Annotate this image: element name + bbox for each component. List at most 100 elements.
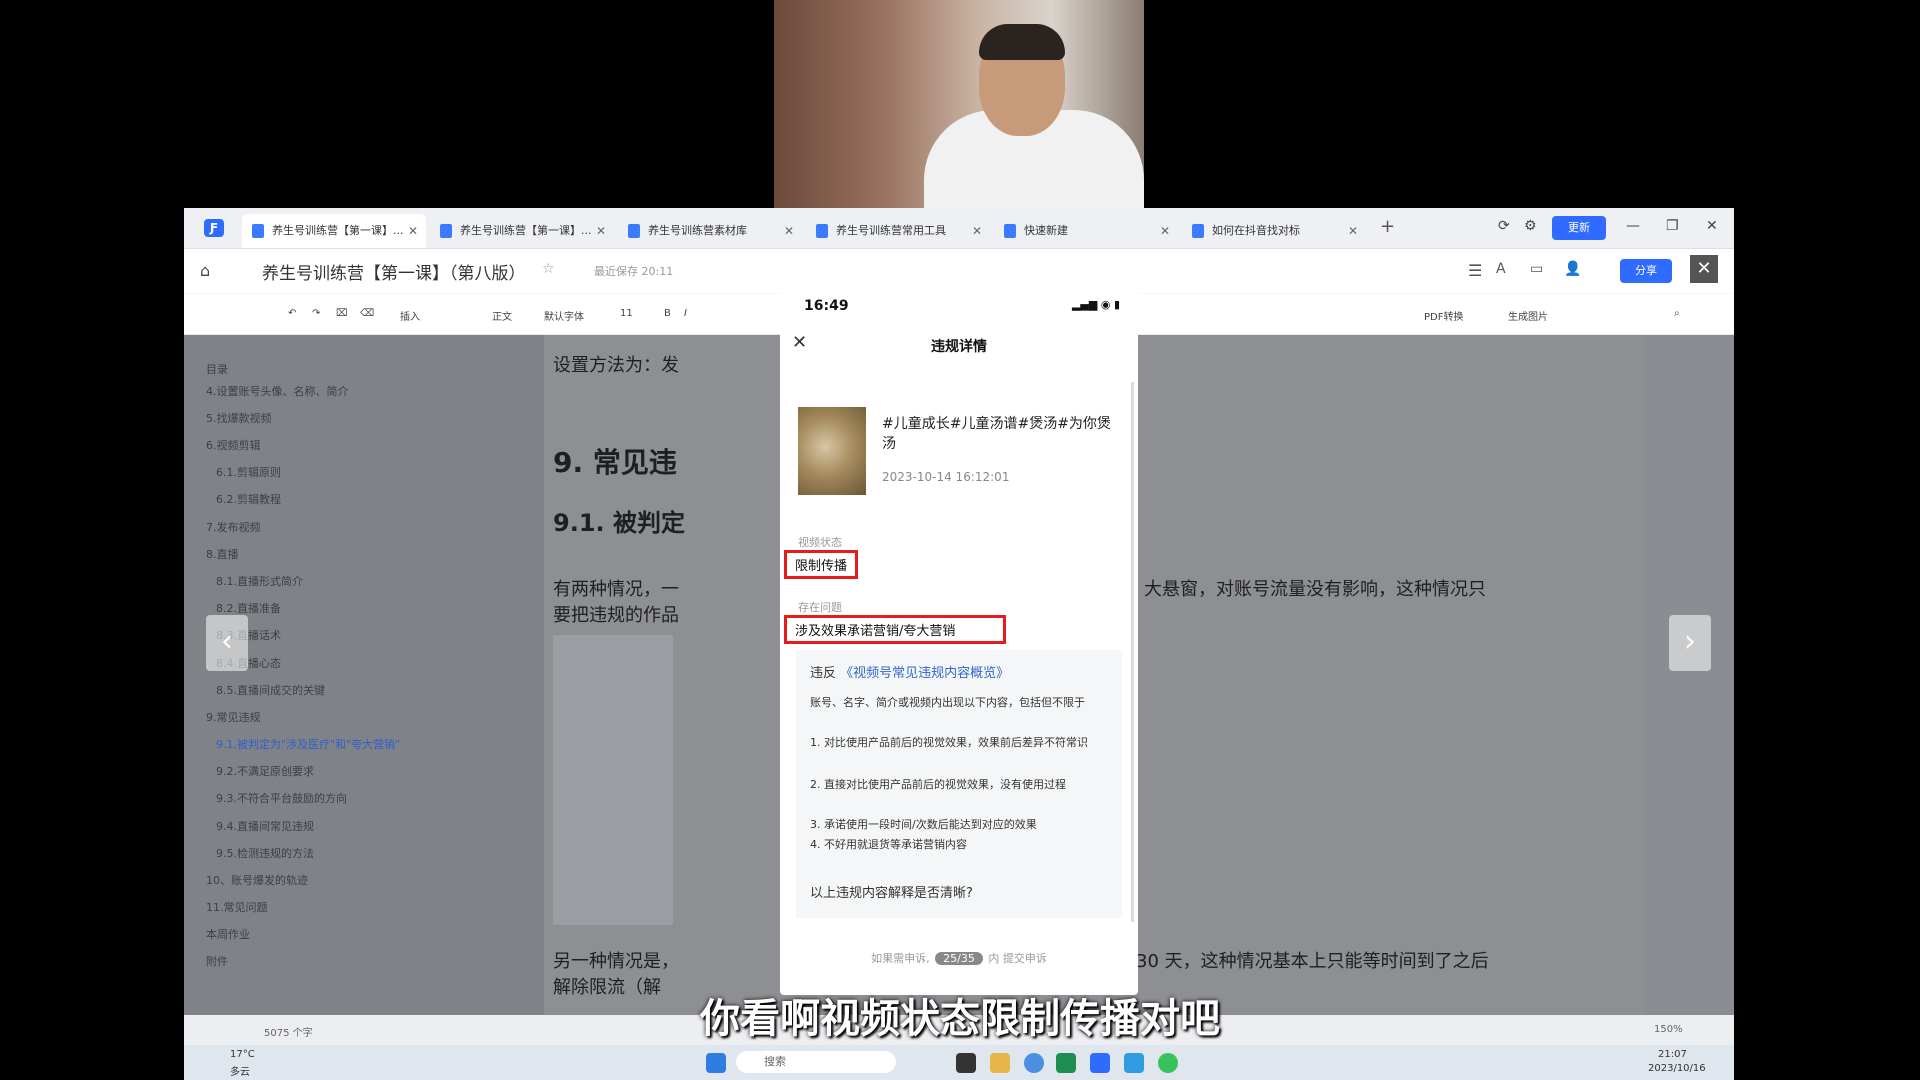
weather-temp[interactable]: 17°C [230,1049,255,1060]
phone-status-icons: ▂▄▆ ◉ ▮ [1071,298,1120,311]
star-icon[interactable]: ☆ [542,261,555,277]
body-text: 另一种情况是， [553,951,679,972]
appeal-link[interactable]: 内 提交申诉 [988,952,1047,965]
redo-icon[interactable]: ↷ [312,308,320,319]
video-subtitle: 你看啊视频状态限制传播对吧 [700,996,1220,1042]
toc-item[interactable]: 6.2.剪辑教程 [216,491,281,507]
video-thumbnail[interactable] [798,407,866,495]
docs-app-icon[interactable] [1090,1053,1110,1073]
insert-button[interactable]: 插入 [400,308,420,323]
toc-item[interactable]: 8.2.直播准备 [216,600,281,616]
eraser-icon[interactable]: ⌫ [360,308,374,319]
phone-clock: 16:49 [804,298,849,314]
folder-icon[interactable] [990,1053,1010,1073]
undo-icon[interactable]: ↶ [288,308,296,319]
search-icon[interactable]: ⌕ [1674,308,1680,319]
search-input[interactable]: 搜索 [736,1051,896,1073]
close-icon[interactable]: ✕ [784,214,794,248]
task-view-icon[interactable] [956,1053,976,1073]
minimize-button[interactable]: — [1626,218,1640,234]
collaborator-icon[interactable]: 👤 [1564,261,1581,277]
tab-4[interactable]: 养生号训练营常用工具 ✕ [806,214,990,248]
close-icon[interactable]: ✕ [1160,214,1170,248]
toc-item[interactable]: 本周作业 [206,926,250,942]
close-window-button[interactable]: ✕ [1706,218,1718,234]
clock-time[interactable]: 21:07 [1658,1049,1687,1060]
body-text: 要把违规的作品 [553,605,679,626]
tab-label: 养生号训练营素材库 [648,224,747,237]
violation-line: 3. 承诺使用一段时间/次数后能达到对应的效果 [810,818,1037,831]
font-icon[interactable]: A [1496,261,1506,277]
violation-heading: 违反 《视频号常见违规内容概览》 [810,662,1009,681]
sync-icon[interactable]: ⟳ [1498,218,1510,234]
toc-item[interactable]: 5.找爆款视频 [206,410,272,426]
size-select[interactable]: 11 [620,308,633,319]
toc-item[interactable]: 7.发布视频 [206,519,261,535]
violation-line: 2. 直接对比使用产品前后的视觉效果，没有使用过程 [810,778,1066,791]
video-status-value: 限制传播 [784,550,859,579]
font-select[interactable]: 默认字体 [544,308,584,323]
close-icon[interactable]: ✕ [1348,214,1358,248]
toc-item[interactable]: 9.4.直播间常见违规 [216,818,314,834]
style-select[interactable]: 正文 [492,308,512,323]
heading-2: 9.1. 被判定 [553,509,685,537]
toc-item[interactable]: 6.1.剪辑原则 [216,464,281,480]
settings-icon[interactable]: ⚙ [1524,218,1537,234]
toc-sidebar: 目录 4.设置账号头像、名称、简介 5.找爆款视频 6.视频剪辑 6.1.剪辑原… [184,335,544,1015]
close-icon[interactable]: ✕ [596,214,606,248]
generate-image-button[interactable]: 生成图片 [1508,308,1548,323]
new-tab-button[interactable]: + [1380,216,1395,237]
toc-item[interactable]: 9.5.检测违规的方法 [216,845,314,861]
tab-1[interactable]: 养生号训练营【第一课】... ✕ [242,214,426,248]
share-button[interactable]: 分享 [1620,259,1672,283]
tab-3[interactable]: 养生号训练营素材库 ✕ [618,214,802,248]
violation-prefix: 违反 [810,666,837,681]
wechat-icon[interactable] [1158,1053,1178,1073]
app-logo-icon [1004,224,1016,238]
prev-arrow-icon[interactable]: ‹ [206,615,248,671]
document-titlebar: ⌂ 养生号训练营【第一课】（第八版） ☆ 最近保存 20:11 ☰ A ▭ 👤 … [184,249,1734,293]
violation-line: 账号、名字、简介或视频内出现以下内容，包括但不限于 [810,696,1085,709]
restore-button[interactable]: ❐ [1666,218,1679,234]
toc-item[interactable]: 4.设置账号头像、名称、简介 [206,383,349,399]
toc-item[interactable]: 11.常见问题 [206,899,268,915]
format-painter-icon[interactable]: ⌧ [336,308,348,319]
update-button[interactable]: 更新 [1552,216,1606,240]
toc-item[interactable]: 10、账号爆发的轨迹 [206,872,308,888]
toc-item[interactable]: 9.3.不符合平台鼓励的方向 [216,790,347,806]
violation-rules-link[interactable]: 《视频号常见违规内容概览》 [840,666,1009,681]
next-arrow-icon[interactable]: › [1669,615,1711,671]
toc-item[interactable]: 9.2.不满足原创要求 [216,763,314,779]
scrollbar[interactable] [1131,382,1134,922]
toc-item[interactable]: 9.常见违规 [206,709,261,725]
tab-2[interactable]: 养生号训练营【第一课】... ✕ [430,214,614,248]
windows-start-icon[interactable] [706,1053,726,1073]
toc-item[interactable]: 8.1.直播形式简介 [216,573,303,589]
toc-item-active[interactable]: 9.1.被判定为"涉及医疗"和"夸大营销" [216,736,400,752]
excel-icon[interactable] [1056,1053,1076,1073]
close-icon[interactable]: ✕ [1690,255,1718,283]
close-icon[interactable]: ✕ [972,214,982,248]
toc-item[interactable]: 6.视频剪辑 [206,437,261,453]
violation-line: 4. 不好用就退货等承诺营销内容 [810,838,967,851]
messenger-icon[interactable] [1124,1053,1144,1073]
present-icon[interactable]: ▭ [1530,261,1543,277]
page-indicator: 25/35 [935,952,983,965]
menu-icon[interactable]: ☰ [1468,261,1482,280]
doc-icon [816,224,828,238]
tab-6[interactable]: 如何在抖音找对标 ✕ [1182,214,1366,248]
weather-desc: 多云 [230,1067,250,1078]
pdf-convert-button[interactable]: PDF转换 [1424,308,1463,323]
body-text: 有两种情况，一 [553,579,679,600]
home-icon[interactable]: ⌂ [200,261,210,280]
toc-item[interactable]: 8.5.直播间成交的关键 [216,682,325,698]
toc-item[interactable]: 附件 [206,953,228,969]
close-icon[interactable]: ✕ [408,214,418,248]
tab-5[interactable]: 快速新建 ✕ [994,214,1178,248]
browser-icon[interactable] [1024,1053,1044,1073]
tab-label: 如何在抖音找对标 [1212,224,1300,237]
bold-icon[interactable]: B [664,308,671,319]
toc-item[interactable]: 8.直播 [206,546,239,562]
embedded-screenshot [553,635,673,925]
italic-icon[interactable]: I [684,308,687,319]
